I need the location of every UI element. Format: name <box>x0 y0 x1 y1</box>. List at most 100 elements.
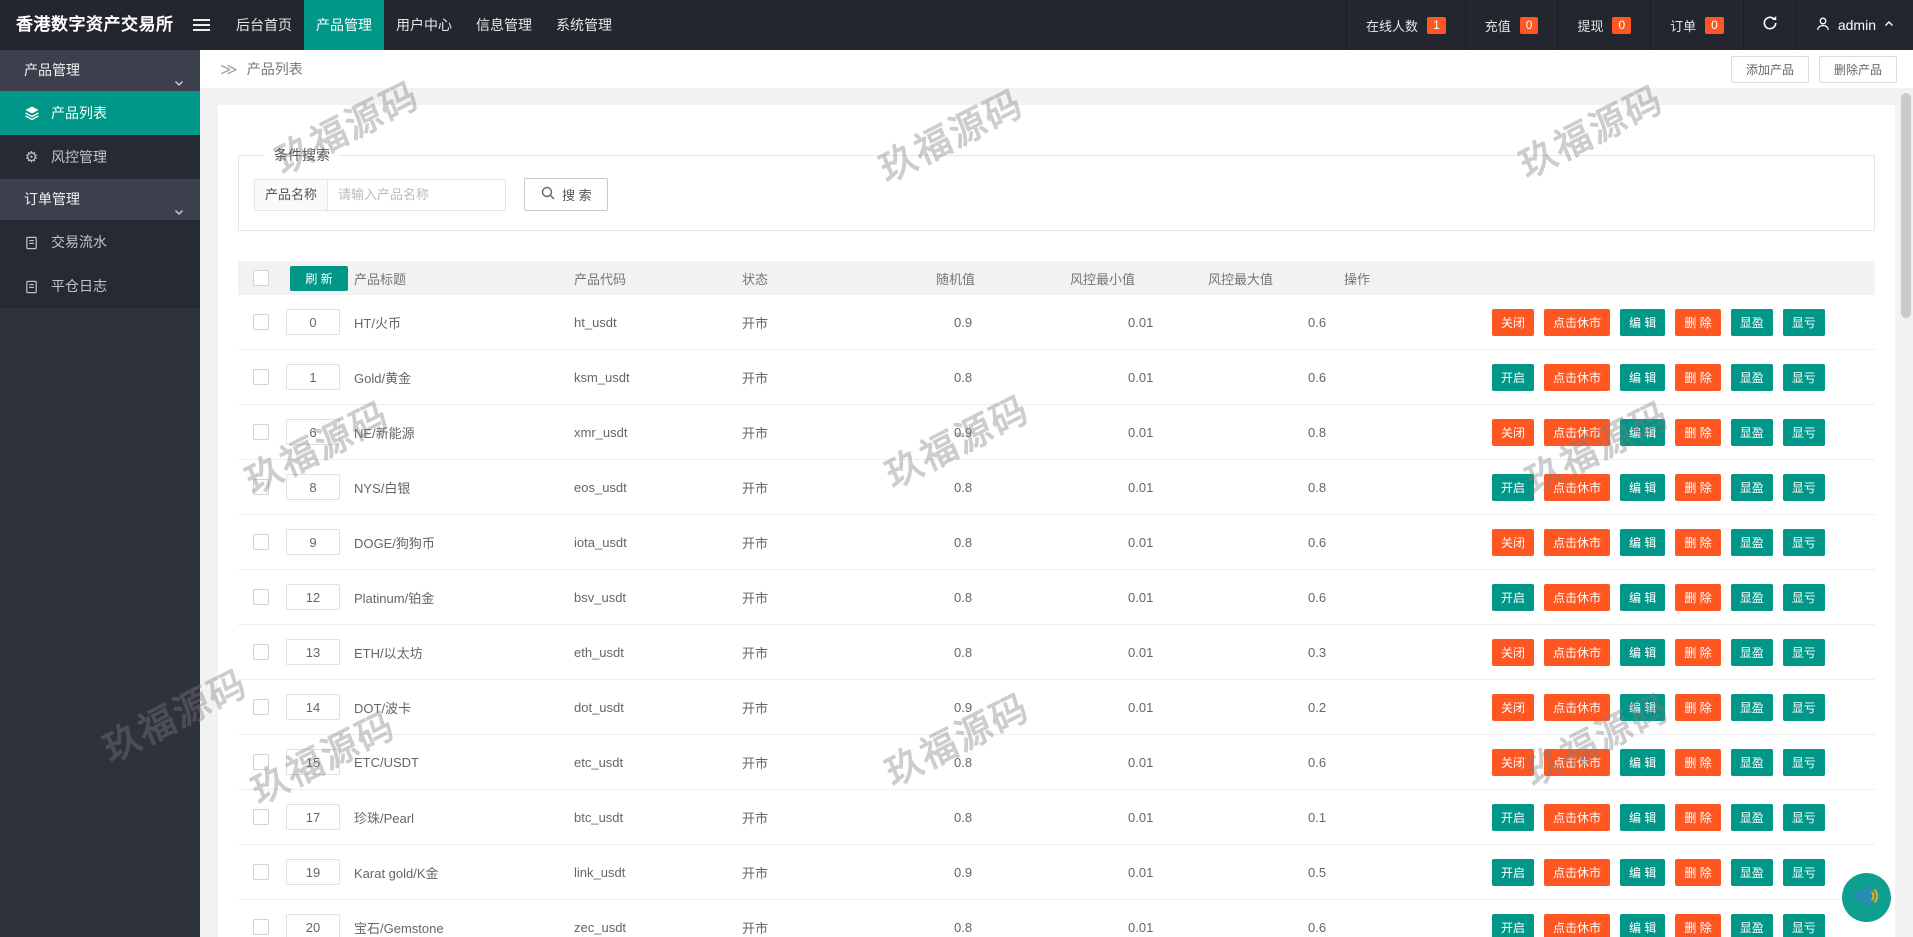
audio-notification-button[interactable] <box>1842 873 1891 922</box>
admin-user-menu[interactable]: admin <box>1795 0 1913 50</box>
show-win-button[interactable]: 显盈 <box>1730 583 1773 611</box>
refresh-button[interactable] <box>1742 0 1796 50</box>
edit-button[interactable]: 编 辑 <box>1620 638 1666 666</box>
show-loss-button[interactable]: 显亏 <box>1782 363 1825 391</box>
toggle-market-button[interactable]: 开启 <box>1492 583 1535 611</box>
toggle-market-button[interactable]: 开启 <box>1492 363 1535 391</box>
row-checkbox[interactable] <box>253 919 269 935</box>
delete-button[interactable]: 删 除 <box>1675 583 1721 611</box>
show-win-button[interactable]: 显盈 <box>1730 748 1773 776</box>
row-checkbox[interactable] <box>253 699 269 715</box>
product-id-input[interactable] <box>286 474 340 500</box>
edit-button[interactable]: 编 辑 <box>1620 308 1666 336</box>
row-checkbox[interactable] <box>253 754 269 770</box>
product-id-input[interactable] <box>286 859 340 885</box>
row-checkbox[interactable] <box>253 534 269 550</box>
edit-button[interactable]: 编 辑 <box>1620 858 1666 886</box>
product-id-input[interactable] <box>286 529 340 555</box>
pause-market-button[interactable]: 点击休市 <box>1544 583 1611 611</box>
edit-button[interactable]: 编 辑 <box>1620 363 1666 391</box>
row-checkbox[interactable] <box>253 589 269 605</box>
pause-market-button[interactable]: 点击休市 <box>1544 748 1611 776</box>
edit-button[interactable]: 编 辑 <box>1620 528 1666 556</box>
row-checkbox[interactable] <box>253 424 269 440</box>
show-win-button[interactable]: 显盈 <box>1730 638 1773 666</box>
show-win-button[interactable]: 显盈 <box>1730 693 1773 721</box>
edit-button[interactable]: 编 辑 <box>1620 803 1666 831</box>
sidebar-item-product-list[interactable]: 产品列表 <box>0 91 200 135</box>
show-loss-button[interactable]: 显亏 <box>1782 748 1825 776</box>
pause-market-button[interactable]: 点击休市 <box>1544 913 1611 937</box>
show-loss-button[interactable]: 显亏 <box>1782 308 1825 336</box>
show-loss-button[interactable]: 显亏 <box>1782 693 1825 721</box>
row-checkbox[interactable] <box>253 809 269 825</box>
delete-button[interactable]: 删 除 <box>1675 418 1721 446</box>
edit-button[interactable]: 编 辑 <box>1620 583 1666 611</box>
top-stat-deposit[interactable]: 充值 0 <box>1464 0 1558 50</box>
row-checkbox[interactable] <box>253 644 269 660</box>
add-product-button[interactable]: 添加产品 <box>1730 55 1809 83</box>
delete-button[interactable]: 删 除 <box>1675 363 1721 391</box>
product-name-input[interactable] <box>328 178 507 211</box>
pause-market-button[interactable]: 点击休市 <box>1544 638 1611 666</box>
sidebar-item-trade-flow[interactable]: 交易流水 <box>0 220 200 264</box>
delete-button[interactable]: 删 除 <box>1675 308 1721 336</box>
top-nav-item-info[interactable]: 信息管理 <box>464 0 544 50</box>
show-loss-button[interactable]: 显亏 <box>1782 638 1825 666</box>
edit-button[interactable]: 编 辑 <box>1620 418 1666 446</box>
product-id-input[interactable] <box>286 584 340 610</box>
select-all-checkbox[interactable] <box>253 270 269 286</box>
show-win-button[interactable]: 显盈 <box>1730 473 1773 501</box>
top-nav-item-products[interactable]: 产品管理 <box>304 0 384 50</box>
top-nav-item-users[interactable]: 用户中心 <box>384 0 464 50</box>
edit-button[interactable]: 编 辑 <box>1620 748 1666 776</box>
toggle-market-button[interactable]: 关闭 <box>1492 638 1535 666</box>
edit-button[interactable]: 编 辑 <box>1620 473 1666 501</box>
delete-button[interactable]: 删 除 <box>1675 858 1721 886</box>
pause-market-button[interactable]: 点击休市 <box>1544 693 1611 721</box>
toggle-market-button[interactable]: 开启 <box>1492 803 1535 831</box>
product-id-input[interactable] <box>286 639 340 665</box>
delete-button[interactable]: 删 除 <box>1675 748 1721 776</box>
delete-button[interactable]: 删 除 <box>1675 473 1721 501</box>
row-checkbox[interactable] <box>253 314 269 330</box>
toggle-market-button[interactable]: 开启 <box>1492 913 1535 937</box>
product-id-input[interactable] <box>286 914 340 937</box>
show-loss-button[interactable]: 显亏 <box>1782 913 1825 937</box>
show-loss-button[interactable]: 显亏 <box>1782 803 1825 831</box>
sidebar-item-close-log[interactable]: 平仓日志 <box>0 264 200 308</box>
hamburger-menu-icon[interactable] <box>178 0 224 50</box>
pause-market-button[interactable]: 点击休市 <box>1544 858 1611 886</box>
sidebar-group-product-management[interactable]: 产品管理 <box>0 50 200 91</box>
product-id-input[interactable] <box>286 694 340 720</box>
show-loss-button[interactable]: 显亏 <box>1782 583 1825 611</box>
sidebar-item-risk-management[interactable]: ⚙ 风控管理 <box>0 135 200 179</box>
show-loss-button[interactable]: 显亏 <box>1782 528 1825 556</box>
delete-button[interactable]: 删 除 <box>1675 528 1721 556</box>
sidebar-group-order-management[interactable]: 订单管理 <box>0 179 200 220</box>
search-button[interactable]: 搜 索 <box>524 178 608 211</box>
top-nav-item-home[interactable]: 后台首页 <box>224 0 304 50</box>
pause-market-button[interactable]: 点击休市 <box>1544 528 1611 556</box>
pause-market-button[interactable]: 点击休市 <box>1544 418 1611 446</box>
toggle-market-button[interactable]: 关闭 <box>1492 308 1535 336</box>
toggle-market-button[interactable]: 关闭 <box>1492 693 1535 721</box>
product-id-input[interactable] <box>286 364 340 390</box>
show-win-button[interactable]: 显盈 <box>1730 528 1773 556</box>
pause-market-button[interactable]: 点击休市 <box>1544 363 1611 391</box>
show-win-button[interactable]: 显盈 <box>1730 308 1773 336</box>
product-id-input[interactable] <box>286 419 340 445</box>
pause-market-button[interactable]: 点击休市 <box>1544 473 1611 501</box>
toggle-market-button[interactable]: 开启 <box>1492 858 1535 886</box>
toggle-market-button[interactable]: 开启 <box>1492 473 1535 501</box>
row-checkbox[interactable] <box>253 369 269 385</box>
top-stat-withdrawal[interactable]: 提现 0 <box>1557 0 1650 50</box>
show-loss-button[interactable]: 显亏 <box>1782 858 1825 886</box>
show-loss-button[interactable]: 显亏 <box>1782 418 1825 446</box>
show-win-button[interactable]: 显盈 <box>1730 913 1773 937</box>
delete-button[interactable]: 删 除 <box>1675 693 1721 721</box>
top-nav-item-system[interactable]: 系统管理 <box>544 0 624 50</box>
show-win-button[interactable]: 显盈 <box>1730 858 1773 886</box>
delete-button[interactable]: 删 除 <box>1675 803 1721 831</box>
edit-button[interactable]: 编 辑 <box>1620 693 1666 721</box>
